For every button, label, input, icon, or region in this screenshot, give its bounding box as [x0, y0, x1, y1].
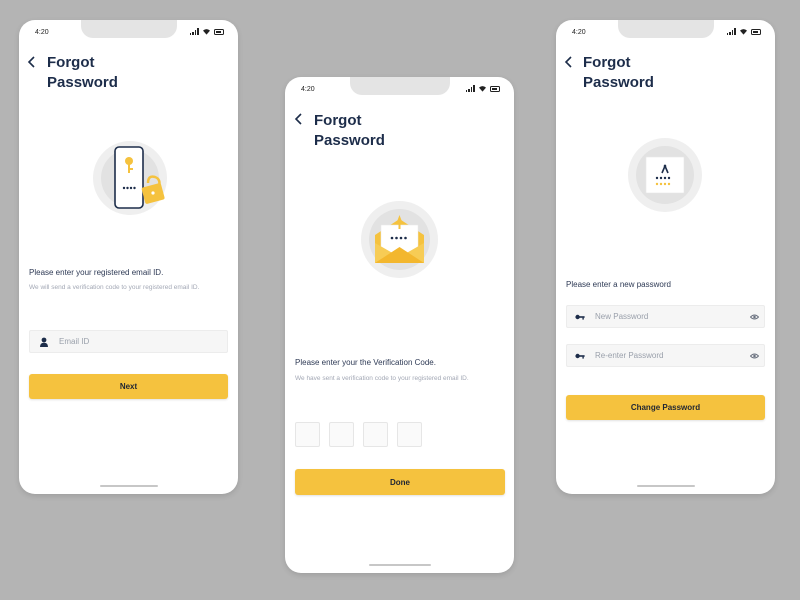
code-digit-3[interactable] [363, 422, 388, 447]
back-arrow-icon[interactable] [27, 56, 37, 68]
wifi-icon [479, 86, 486, 92]
status-bar: 4:20 [556, 20, 775, 42]
wifi-icon [740, 29, 747, 35]
page-title: Forgot Password [314, 112, 385, 149]
new-password-field[interactable]: New Password [566, 305, 765, 328]
battery-icon [490, 85, 500, 92]
back-arrow-icon[interactable] [294, 113, 304, 125]
phone-key-lock-icon [93, 141, 167, 215]
instruction-subtext: We will send a verification code to your… [29, 284, 200, 291]
new-password-placeholder: New Password [595, 312, 649, 321]
status-bar: 4:20 [19, 20, 238, 42]
home-indicator [368, 564, 431, 566]
forgot-password-email-screen: 4:20 Forgot Password Please enter your r… [19, 20, 238, 494]
done-button[interactable]: Done [295, 469, 505, 495]
status-time: 4:20 [35, 29, 49, 36]
eye-icon[interactable] [750, 353, 759, 359]
home-indicator [636, 485, 695, 487]
notch [349, 77, 450, 95]
code-digit-1[interactable] [295, 422, 320, 447]
signal-icon [465, 85, 475, 92]
email-placeholder: Email ID [59, 337, 90, 346]
notch [617, 20, 714, 38]
code-digit-4[interactable] [397, 422, 422, 447]
status-bar: 4:20 [285, 77, 514, 99]
forgot-password-new-password-screen: 4:20 Forgot Password Please enter a new … [556, 20, 775, 494]
home-indicator [99, 485, 158, 487]
password-card-icon [628, 138, 702, 212]
email-field[interactable]: Email ID [29, 330, 228, 353]
status-time: 4:20 [301, 86, 315, 93]
instruction-label: Please enter your the Verification Code. [295, 358, 436, 367]
page-title: Forgot Password [47, 54, 118, 91]
key-icon [575, 353, 585, 359]
instruction-label: Please enter a new password [566, 280, 671, 289]
battery-icon [214, 28, 224, 35]
instruction-subtext: We have sent a verification code to your… [295, 375, 469, 382]
envelope-code-icon [361, 201, 438, 278]
user-icon [40, 337, 48, 347]
key-icon [575, 314, 585, 320]
back-arrow-icon[interactable] [564, 56, 574, 68]
forgot-password-verification-screen: 4:20 Forgot Password Please enter your t… [285, 77, 514, 573]
reenter-password-placeholder: Re-enter Password [595, 351, 664, 360]
status-time: 4:20 [572, 29, 586, 36]
wifi-icon [203, 29, 210, 35]
notch [80, 20, 177, 38]
signal-icon [726, 28, 736, 35]
code-digit-2[interactable] [329, 422, 354, 447]
reenter-password-field[interactable]: Re-enter Password [566, 344, 765, 367]
instruction-label: Please enter your registered email ID. [29, 268, 164, 277]
page-title: Forgot Password [583, 54, 654, 91]
battery-icon [751, 28, 761, 35]
signal-icon [189, 28, 199, 35]
change-password-button[interactable]: Change Password [566, 395, 765, 420]
next-button[interactable]: Next [29, 374, 228, 399]
eye-icon[interactable] [750, 314, 759, 320]
